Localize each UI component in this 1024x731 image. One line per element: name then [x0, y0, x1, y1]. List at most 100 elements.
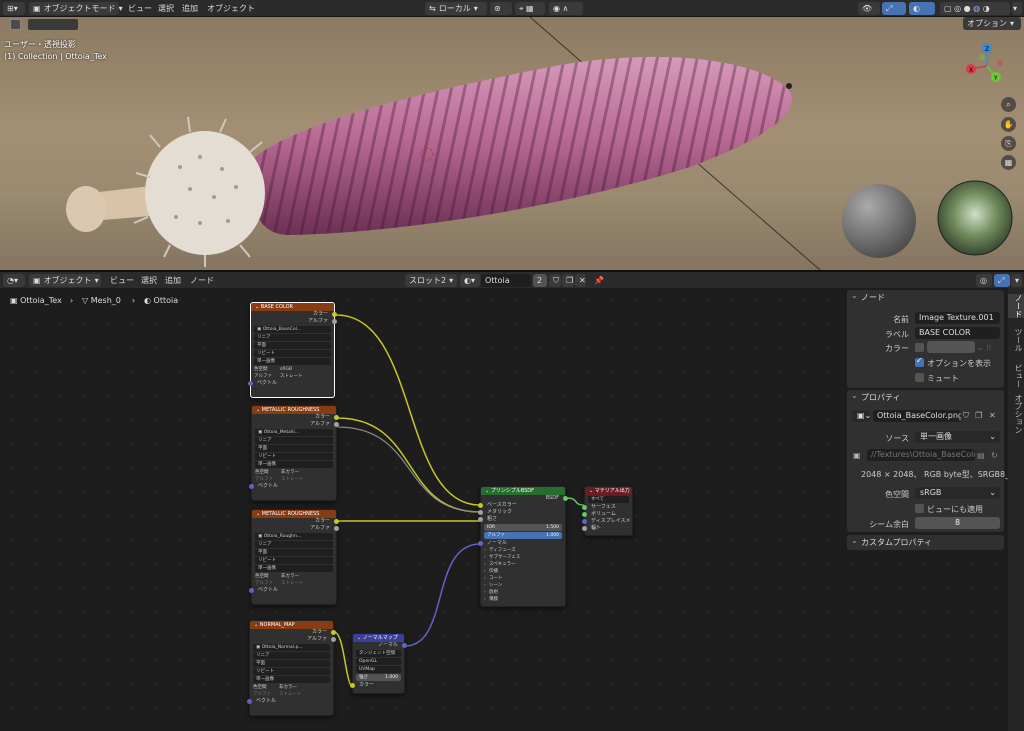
projection-select[interactable]: 平面 [254, 342, 331, 349]
projection-select[interactable]: 平面 [255, 445, 333, 452]
socket[interactable] [334, 422, 339, 427]
socket[interactable] [478, 541, 483, 546]
socket[interactable] [334, 519, 339, 524]
subpanel-diffuse[interactable]: ディフューズ [481, 547, 565, 554]
socket[interactable] [582, 526, 587, 531]
color-dropdown-icon[interactable]: ⌄ ⁞⁞ [977, 343, 991, 352]
extension-select[interactable]: リピート [253, 668, 330, 675]
interpolation-select[interactable]: リニア [255, 437, 333, 444]
custom-color-checkbox[interactable] [915, 343, 924, 352]
image-texture-node-metallic[interactable]: ⌄ METALLIC ROUGHNESS カラー アルファ ▣ Ottoia_M… [249, 405, 339, 501]
image-browse-button[interactable]: ▣⌄ [852, 410, 871, 422]
space-select[interactable]: タンジェント空間 [356, 650, 401, 657]
filepath-field[interactable]: //Textures\Ottoia_BaseColo... [867, 449, 975, 461]
reload-icon[interactable]: ↻ [991, 451, 998, 460]
socket[interactable] [478, 510, 483, 515]
socket[interactable] [582, 519, 587, 524]
socket[interactable] [334, 415, 339, 420]
new-image-icon[interactable]: ❐ [975, 411, 982, 420]
principled-bsdf-node[interactable]: ⌄ プリンシプルBSDF BSDF ベースカラー メタリック 粗さ IOR 1.5… [478, 486, 568, 607]
socket[interactable] [478, 503, 483, 508]
interpolation-select[interactable]: リニア [253, 652, 330, 659]
alpha-mode-row[interactable]: アルファ ストレート [252, 580, 336, 587]
socket[interactable] [248, 381, 253, 386]
socket[interactable] [332, 319, 337, 324]
extension-select[interactable]: リピート [254, 350, 331, 357]
alpha-mode-row[interactable]: アルファ ストレート [250, 691, 333, 698]
socket[interactable] [478, 517, 483, 522]
socket[interactable] [582, 512, 587, 517]
colorspace-row[interactable]: 色空間 sRGB [251, 366, 334, 373]
source-select[interactable]: 単一画像 [255, 461, 333, 468]
image-texture-node-base-color[interactable]: ⌄ BASE COLOR カラー アルファ ▣ Ottoia_BaseCol..… [248, 302, 337, 398]
material-output-node[interactable]: ⌄ マテリアル出力 すべて サーフェス ボリューム ディスプレイスメント 幅 [582, 486, 633, 536]
tab-options[interactable]: オプション [1008, 394, 1024, 434]
tab-tool[interactable]: ツール [1008, 328, 1024, 352]
unlink-image-icon[interactable]: ✕ [989, 411, 996, 420]
normal-map-node[interactable]: ⌄ ノーマルマップ ノーマル タンジェント空間 OpenGL UVMap 強さ 1… [350, 633, 407, 694]
custom-properties-header[interactable]: カスタムプロパティ [847, 533, 1004, 550]
source-select[interactable]: 単一画像 [255, 565, 333, 572]
subpanel-coat[interactable]: コート [481, 575, 565, 582]
image-field[interactable]: ▣ Ottoia_BaseCol... [254, 326, 331, 333]
socket[interactable] [402, 643, 407, 648]
socket[interactable] [582, 505, 587, 510]
strength-slider[interactable]: 強さ 1.000 [356, 674, 401, 681]
image-texture-node-roughness[interactable]: ⌄ METALLIC ROUGHNESS カラー アルファ ▣ Ottoia_R… [249, 509, 339, 605]
source-select[interactable]: 単一画像 [254, 358, 331, 365]
node-section-header[interactable]: ノード [847, 288, 1004, 305]
source-select[interactable]: 単一画像 ⌄ [915, 431, 1000, 443]
image-texture-node-normal[interactable]: ⌄ NORMAL_MAP カラー アルファ ▣ Ottoia_Normal.p.… [247, 620, 336, 716]
subpanel-sheen[interactable]: シーン [481, 582, 565, 589]
socket[interactable] [249, 484, 254, 489]
source-select[interactable]: 単一画像 [253, 676, 330, 683]
node-header[interactable]: ⌄ プリンシプルBSDF [481, 487, 565, 495]
image-field[interactable]: ▣ Ottoia_Normal.p... [253, 644, 330, 651]
colorspace-row[interactable]: 色空間 非カラー [250, 684, 333, 691]
socket[interactable] [249, 588, 254, 593]
interpolation-select[interactable]: リニア [254, 334, 331, 341]
extension-select[interactable]: リピート [255, 557, 333, 564]
node-header[interactable]: ⌄ METALLIC ROUGHNESS [252, 510, 336, 518]
colorspace-row[interactable]: 色空間 非カラー [252, 469, 336, 476]
tab-node[interactable]: ノード [1008, 294, 1024, 318]
target-select[interactable]: すべて [588, 496, 629, 503]
fake-user-shield-icon[interactable]: ⛉ [963, 411, 969, 421]
interpolation-select[interactable]: リニア [255, 541, 333, 548]
subpanel-transmission[interactable]: 伝播 [481, 568, 565, 575]
node-color-swatch[interactable] [927, 341, 975, 353]
ior-slider[interactable]: IOR 1.500 [484, 524, 562, 531]
socket[interactable] [247, 699, 252, 704]
socket[interactable] [331, 630, 336, 635]
image-name-field[interactable]: Ottoia_BaseColor.png [873, 410, 961, 422]
subpanel-thin-film[interactable]: 薄膜 [481, 596, 565, 603]
uv-map-field[interactable]: UVMap [356, 666, 401, 673]
node-header[interactable]: ⌄ BASE COLOR [251, 303, 334, 311]
node-header[interactable]: ⌄ NORMAL_MAP [250, 621, 333, 629]
node-header[interactable]: ⌄ METALLIC ROUGHNESS [252, 406, 336, 414]
node-header[interactable]: ⌄ マテリアル出力 [585, 487, 632, 495]
image-field[interactable]: ▣ Ottoia_Roughn... [255, 533, 333, 540]
subpanel-emission[interactable]: 放射 [481, 589, 565, 596]
node-name-field[interactable]: Image Texture.001 [915, 312, 1000, 324]
colorspace-select[interactable]: sRGB ⌄ [915, 487, 1000, 499]
alpha-mode-row[interactable]: アルファ ストレート [251, 373, 334, 380]
colorspace-row[interactable]: 色空間 非カラー [252, 573, 336, 580]
extension-select[interactable]: リピート [255, 453, 333, 460]
socket[interactable] [334, 526, 339, 531]
seam-margin-field[interactable]: 8 [915, 517, 1000, 529]
socket[interactable] [350, 683, 355, 688]
node-label-field[interactable]: BASE COLOR [915, 327, 1000, 339]
alpha-slider[interactable]: アルファ 1.000 [484, 532, 562, 539]
subpanel-specular[interactable]: スペキュラー [481, 561, 565, 568]
folder-icon[interactable]: ▤ [977, 451, 985, 460]
socket[interactable] [331, 637, 336, 642]
tab-view[interactable]: ビュー [1008, 364, 1024, 388]
socket[interactable] [563, 496, 568, 501]
subpanel-subsurface[interactable]: サブサーフェス [481, 554, 565, 561]
alpha-mode-row[interactable]: アルファ ストレート [252, 476, 336, 483]
show-options-checkbox[interactable]: ✓ [915, 356, 924, 367]
mute-checkbox[interactable] [915, 373, 924, 382]
convention-select[interactable]: OpenGL [356, 658, 401, 665]
projection-select[interactable]: 平面 [255, 549, 333, 556]
